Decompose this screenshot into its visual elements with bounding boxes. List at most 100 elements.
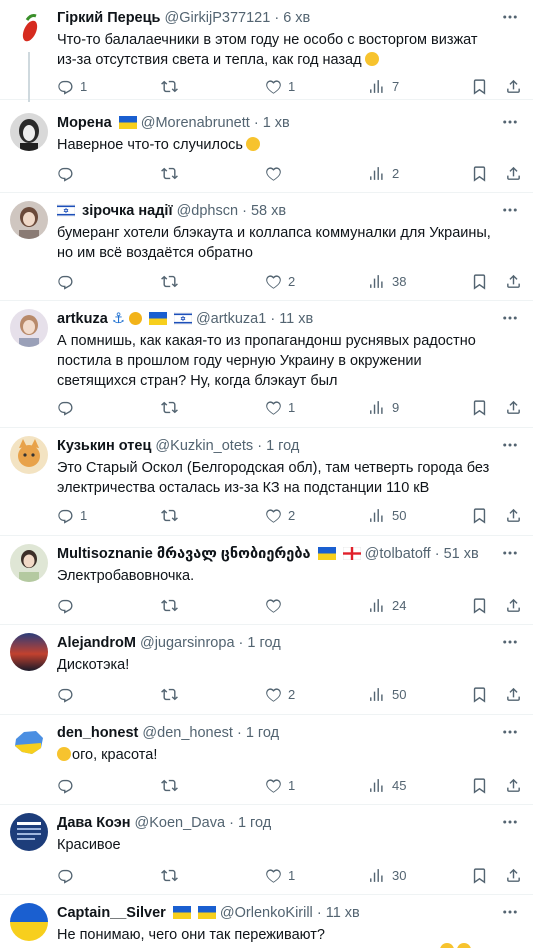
reply-button[interactable] bbox=[57, 271, 74, 291]
more-icon[interactable] bbox=[501, 201, 519, 219]
bookmark-button[interactable] bbox=[471, 865, 488, 885]
tweet-item[interactable]: den_honest @den_honest · 1 год ого, крас… bbox=[0, 715, 533, 805]
tweet-item[interactable]: Гіркий Перець @GirkijP377121 · 6 хв Что-… bbox=[0, 0, 533, 102]
bookmark-button[interactable] bbox=[471, 505, 488, 525]
more-icon[interactable] bbox=[501, 113, 519, 131]
like-button[interactable] bbox=[265, 163, 282, 183]
reply-button[interactable]: 1 bbox=[57, 505, 87, 525]
share-button[interactable] bbox=[505, 865, 522, 885]
timestamp[interactable]: 11 хв bbox=[326, 905, 360, 921]
share-button[interactable] bbox=[505, 163, 522, 183]
display-name[interactable]: den_honest bbox=[57, 725, 138, 741]
avatar[interactable] bbox=[10, 544, 48, 582]
bookmark-button[interactable] bbox=[471, 76, 488, 96]
bookmark-button[interactable] bbox=[471, 775, 488, 795]
display-name[interactable]: Кузькин отец bbox=[57, 438, 151, 454]
reply-button[interactable]: 1 bbox=[57, 76, 87, 96]
more-icon[interactable] bbox=[501, 723, 519, 741]
more-icon[interactable] bbox=[501, 813, 519, 831]
user-handle[interactable]: @den_honest bbox=[142, 725, 233, 741]
reply-button[interactable] bbox=[57, 775, 74, 795]
avatar[interactable] bbox=[10, 113, 48, 151]
share-button[interactable] bbox=[505, 397, 522, 417]
bookmark-button[interactable] bbox=[471, 271, 488, 291]
display-name[interactable]: зірочка надії bbox=[82, 203, 173, 219]
user-handle[interactable]: @OrlenkoKirill bbox=[220, 905, 313, 921]
avatar[interactable] bbox=[10, 903, 48, 941]
bookmark-button[interactable] bbox=[471, 595, 488, 615]
reply-button[interactable] bbox=[57, 684, 74, 704]
timestamp[interactable]: 11 хв bbox=[279, 311, 313, 327]
user-handle[interactable]: @dphscn bbox=[177, 203, 238, 219]
timestamp[interactable]: 1 год bbox=[246, 725, 279, 741]
like-button[interactable]: 1 bbox=[265, 775, 295, 795]
retweet-button[interactable] bbox=[161, 76, 178, 96]
tweet-item[interactable]: Multisoznanie მრავალ ცნობიერება @tolbato… bbox=[0, 536, 533, 625]
avatar[interactable] bbox=[10, 201, 48, 239]
like-button[interactable] bbox=[265, 595, 282, 615]
display-name[interactable]: AlejandroM bbox=[57, 635, 136, 651]
tweet-item[interactable]: зірочка надії @dphscn · 58 хв бумеранг х… bbox=[0, 193, 533, 301]
user-handle[interactable]: @Koen_Dava bbox=[135, 815, 226, 831]
avatar[interactable] bbox=[10, 8, 48, 46]
more-icon[interactable] bbox=[501, 8, 519, 26]
user-handle[interactable]: @Morenabrunett bbox=[141, 115, 250, 131]
like-button[interactable]: 1 bbox=[265, 76, 295, 96]
retweet-button[interactable] bbox=[161, 684, 178, 704]
more-icon[interactable] bbox=[501, 544, 519, 562]
tweet-item[interactable]: Captain__Silver @OrlenkoKirill · 11 хв Н… bbox=[0, 895, 533, 948]
timestamp[interactable]: 58 хв bbox=[251, 203, 286, 219]
share-button[interactable] bbox=[505, 775, 522, 795]
avatar[interactable] bbox=[10, 633, 48, 671]
user-handle[interactable]: @tolbatoff bbox=[365, 546, 431, 562]
timestamp[interactable]: 51 хв bbox=[444, 546, 479, 562]
timestamp[interactable]: 6 хв bbox=[283, 10, 310, 26]
more-icon[interactable] bbox=[501, 633, 519, 651]
timestamp[interactable]: 1 год bbox=[266, 438, 299, 454]
display-name[interactable]: Гіркий Перець bbox=[57, 10, 160, 26]
views-button[interactable]: 24 bbox=[369, 595, 406, 615]
retweet-button[interactable] bbox=[161, 271, 178, 291]
views-button[interactable]: 2 bbox=[369, 163, 399, 183]
tweet-item[interactable]: Дава Коэн @Koen_Dava · 1 год Красивое 1 … bbox=[0, 805, 533, 895]
retweet-button[interactable] bbox=[161, 595, 178, 615]
retweet-button[interactable] bbox=[161, 397, 178, 417]
tweet-item[interactable]: AlejandroM @jugarsinropa · 1 год Дискотэ… bbox=[0, 625, 533, 715]
share-button[interactable] bbox=[505, 76, 522, 96]
display-name[interactable]: Дава Коэн bbox=[57, 815, 131, 831]
avatar[interactable] bbox=[10, 309, 48, 347]
like-button[interactable]: 2 bbox=[265, 684, 295, 704]
bookmark-button[interactable] bbox=[471, 684, 488, 704]
user-handle[interactable]: @artkuza1 bbox=[196, 311, 266, 327]
views-button[interactable]: 38 bbox=[369, 271, 406, 291]
views-button[interactable]: 50 bbox=[369, 505, 406, 525]
more-icon[interactable] bbox=[501, 436, 519, 454]
like-button[interactable]: 1 bbox=[265, 397, 295, 417]
retweet-button[interactable] bbox=[161, 163, 178, 183]
views-button[interactable]: 9 bbox=[369, 397, 399, 417]
retweet-button[interactable] bbox=[161, 505, 178, 525]
display-name[interactable]: Морена bbox=[57, 115, 112, 131]
display-name[interactable]: artkuza bbox=[57, 311, 108, 327]
like-button[interactable]: 1 bbox=[265, 865, 295, 885]
user-handle[interactable]: @jugarsinropa bbox=[140, 635, 235, 651]
tweet-item[interactable]: Морена @Morenabrunett · 1 хв Наверное чт… bbox=[0, 105, 533, 193]
share-button[interactable] bbox=[505, 595, 522, 615]
views-button[interactable]: 7 bbox=[369, 76, 399, 96]
display-name[interactable]: Captain__Silver bbox=[57, 905, 166, 921]
bookmark-button[interactable] bbox=[471, 163, 488, 183]
views-button[interactable]: 30 bbox=[369, 865, 406, 885]
more-icon[interactable] bbox=[501, 903, 519, 921]
views-button[interactable]: 50 bbox=[369, 684, 406, 704]
reply-button[interactable] bbox=[57, 163, 74, 183]
more-icon[interactable] bbox=[501, 309, 519, 327]
user-handle[interactable]: @Kuzkin_otets bbox=[155, 438, 253, 454]
share-button[interactable] bbox=[505, 505, 522, 525]
retweet-button[interactable] bbox=[161, 865, 178, 885]
tweet-item[interactable]: artkuza ⚓ @artkuza1 · 11 хв А помнишь, к… bbox=[0, 301, 533, 428]
share-button[interactable] bbox=[505, 271, 522, 291]
reply-button[interactable] bbox=[57, 595, 74, 615]
reply-button[interactable] bbox=[57, 397, 74, 417]
avatar[interactable] bbox=[10, 723, 48, 761]
views-button[interactable]: 45 bbox=[369, 775, 406, 795]
